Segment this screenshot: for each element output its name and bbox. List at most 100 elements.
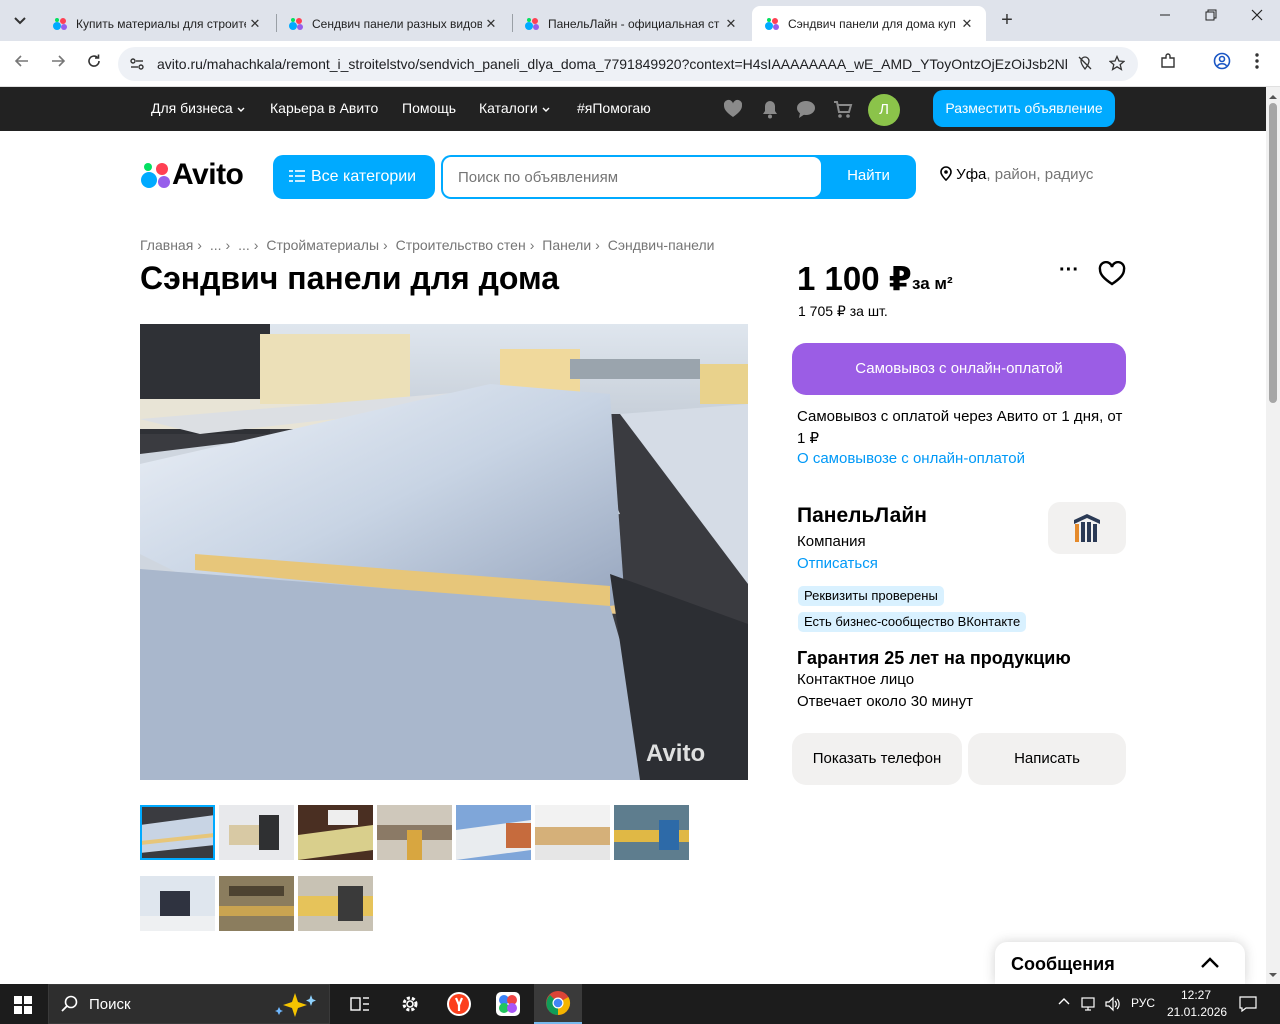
thumbnail-7[interactable]	[614, 805, 689, 860]
all-categories-button[interactable]: Все категории	[273, 155, 435, 199]
browser-tab-active[interactable]: Сэндвич панели для дома куп ✕	[752, 6, 986, 41]
pickup-info-link[interactable]: О самовывозе с онлайн-оплатой	[797, 450, 1025, 467]
new-tab-button[interactable]: +	[996, 10, 1018, 32]
input-language[interactable]: РУС	[1131, 996, 1155, 1010]
thumbnail-6[interactable]	[535, 805, 610, 860]
seller-name[interactable]: ПанельЛайн	[797, 504, 927, 528]
windows-taskbar: Поиск РУС 12:27 21.01.2026	[0, 984, 1280, 1024]
chrome-taskbar-icon[interactable]	[534, 984, 582, 1024]
network-icon[interactable]	[1081, 996, 1099, 1012]
more-options-icon[interactable]: ···	[1056, 260, 1082, 286]
thumbnail-9[interactable]	[219, 876, 294, 931]
nav-catalogs[interactable]: Каталоги	[479, 100, 550, 116]
volume-icon[interactable]	[1104, 996, 1122, 1012]
tab-close-icon[interactable]: ✕	[958, 16, 976, 32]
nav-for-business[interactable]: Для бизнеса	[151, 100, 245, 116]
thumb-image	[140, 876, 215, 931]
nav-help[interactable]: Помощь	[402, 100, 456, 116]
notification-center-icon[interactable]	[1239, 996, 1257, 1012]
chevron-up-icon[interactable]	[1199, 954, 1221, 972]
store-app-icon[interactable]	[484, 984, 532, 1024]
chevron-down-icon	[542, 107, 550, 112]
breadcrumb-item[interactable]: Сэндвич-панели	[608, 237, 715, 253]
yandex-browser-icon[interactable]	[435, 984, 483, 1024]
scroll-up-arrow-icon[interactable]	[1268, 92, 1278, 102]
browser-menu-icon[interactable]	[1245, 52, 1269, 76]
thumb-image	[219, 876, 294, 931]
url-field[interactable]: avito.ru/mahachkala/remont_i_stroitelstv…	[118, 47, 1138, 81]
clock-date[interactable]: 21.01.2026	[1167, 1005, 1227, 1019]
task-view-icon[interactable]	[336, 984, 384, 1024]
search-box: Найти	[441, 155, 916, 199]
search-input[interactable]	[443, 157, 821, 197]
seller-logo[interactable]	[1048, 502, 1126, 554]
avito-favicon-icon	[765, 17, 779, 30]
nav-career[interactable]: Карьера в Авито	[270, 100, 378, 116]
scrollbar-thumb[interactable]	[1269, 103, 1277, 403]
tab-close-icon[interactable]: ✕	[482, 16, 500, 32]
notifications-bell-icon[interactable]	[759, 98, 781, 120]
location-selector[interactable]: Уфа, район, радиус	[940, 166, 1093, 183]
windows-start-icon[interactable]	[14, 996, 32, 1014]
settings-gear-icon[interactable]	[386, 984, 434, 1024]
avito-favicon-icon	[525, 17, 539, 30]
messages-bubble-icon[interactable]	[795, 98, 817, 120]
messages-widget[interactable]: Сообщения	[995, 942, 1245, 984]
thumbnail-10[interactable]	[298, 876, 373, 931]
thumb-image	[298, 876, 373, 931]
thumbnail-3[interactable]	[298, 805, 373, 860]
tray-chevron-up-icon[interactable]	[1058, 996, 1070, 1008]
tab-search-chevron-icon[interactable]	[6, 7, 34, 35]
browser-tab-2[interactable]: Сендвич панели разных видов ✕	[276, 6, 510, 41]
thumbnail-4[interactable]	[377, 805, 452, 860]
breadcrumb-item[interactable]: Строительство стен	[396, 237, 526, 253]
page-title: Сэндвич панели для дома	[140, 260, 560, 296]
unsubscribe-link[interactable]: Отписаться	[797, 555, 878, 572]
favorites-heart-icon[interactable]	[722, 98, 744, 120]
close-window-icon[interactable]	[1244, 8, 1270, 32]
browser-tab-3[interactable]: ПанельЛайн - официальная ст ✕	[512, 6, 750, 41]
extensions-icon[interactable]	[1156, 52, 1180, 76]
clock-time[interactable]: 12:27	[1181, 988, 1211, 1002]
profile-icon[interactable]	[1210, 52, 1234, 76]
add-to-favorites-heart-icon[interactable]	[1098, 261, 1126, 287]
back-arrow-icon[interactable]	[10, 52, 34, 76]
post-ad-button[interactable]: Разместить объявление	[933, 90, 1115, 127]
reload-icon[interactable]	[82, 52, 106, 76]
tab-title: ПанельЛайн - официальная ст	[548, 16, 720, 31]
breadcrumb-item[interactable]: Главная	[140, 237, 193, 253]
minimize-icon[interactable]	[1152, 8, 1178, 32]
site-info-icon[interactable]	[128, 55, 146, 73]
avito-favicon-icon	[289, 17, 303, 30]
thumb-image	[535, 805, 610, 860]
user-avatar[interactable]: Л	[868, 94, 900, 126]
taskbar-search[interactable]: Поиск	[48, 984, 330, 1024]
avito-logo-icon[interactable]	[140, 160, 172, 190]
search-button[interactable]: Найти	[821, 155, 916, 199]
show-phone-button[interactable]: Показать телефон	[792, 733, 962, 785]
logo-text[interactable]: Avito	[172, 158, 244, 192]
browser-tab-1[interactable]: Купить материалы для строите ✕	[40, 6, 274, 41]
url-text: avito.ru/mahachkala/remont_i_stroitelstv…	[157, 56, 1067, 72]
location-blocked-icon[interactable]	[1076, 55, 1094, 73]
restore-icon[interactable]	[1198, 8, 1224, 32]
bookmark-star-icon[interactable]	[1108, 54, 1126, 73]
thumbnail-5[interactable]	[456, 805, 531, 860]
forward-arrow-icon[interactable]	[46, 52, 70, 76]
location-city: Уфа	[956, 166, 987, 183]
thumbnail-2[interactable]	[219, 805, 294, 860]
scroll-down-arrow-icon[interactable]	[1268, 970, 1278, 980]
cart-icon[interactable]	[832, 98, 854, 120]
main-listing-photo[interactable]: Avito	[140, 324, 748, 780]
tab-close-icon[interactable]: ✕	[246, 16, 264, 32]
breadcrumb-item[interactable]: ...	[210, 237, 222, 253]
breadcrumb-item[interactable]: ...	[238, 237, 250, 253]
pickup-online-payment-button[interactable]: Самовывоз с онлайн-оплатой	[792, 343, 1126, 395]
write-message-button[interactable]: Написать	[968, 733, 1126, 785]
breadcrumb-item[interactable]: Панели	[542, 237, 591, 253]
breadcrumb-item[interactable]: Стройматериалы	[266, 237, 379, 253]
nav-i-help[interactable]: #яПомогаю	[577, 100, 651, 116]
thumbnail-1[interactable]	[140, 805, 215, 860]
thumbnail-8[interactable]	[140, 876, 215, 931]
tab-close-icon[interactable]: ✕	[722, 16, 740, 32]
